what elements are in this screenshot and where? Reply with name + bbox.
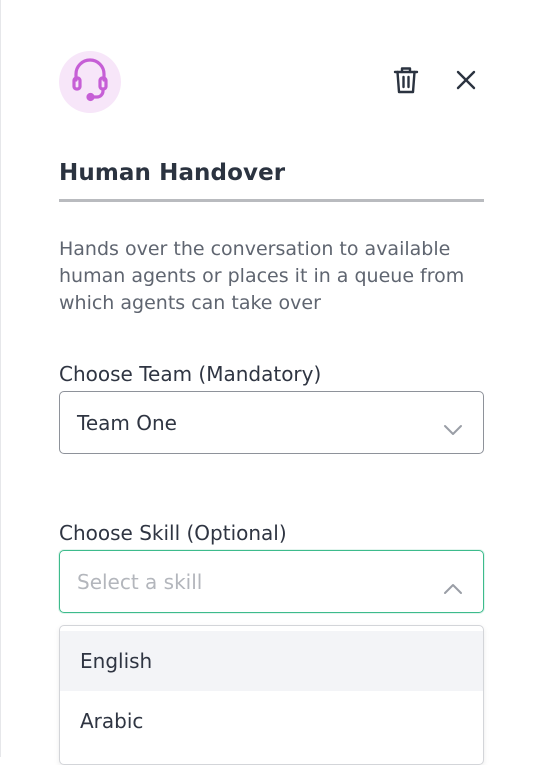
close-icon (455, 69, 477, 95)
trash-icon (393, 65, 419, 99)
node-title: Human Handover (59, 160, 286, 186)
headset-icon (71, 58, 109, 106)
node-description: Hands over the conversation to available… (59, 238, 465, 314)
chevron-down-icon (443, 417, 463, 435)
skill-option-arabic[interactable]: Arabic (60, 691, 483, 751)
chevron-up-icon (443, 576, 463, 594)
skill-dropdown-menu: English Arabic (59, 625, 484, 765)
node-avatar (59, 51, 121, 113)
team-field-label: Choose Team (Mandatory) (59, 362, 322, 386)
skill-select-placeholder: Select a skill (77, 569, 203, 594)
skill-field-label: Choose Skill (Optional) (59, 521, 287, 545)
delete-button[interactable] (390, 66, 422, 98)
skill-select[interactable]: Select a skill (59, 550, 484, 613)
title-divider (59, 199, 484, 202)
skill-option-english[interactable]: English (60, 631, 483, 691)
team-select-value: Team One (77, 410, 177, 435)
team-select[interactable]: Team One (59, 391, 484, 454)
handover-panel: Human Handover Hands over the conversati… (0, 0, 535, 765)
close-button[interactable] (450, 66, 482, 98)
